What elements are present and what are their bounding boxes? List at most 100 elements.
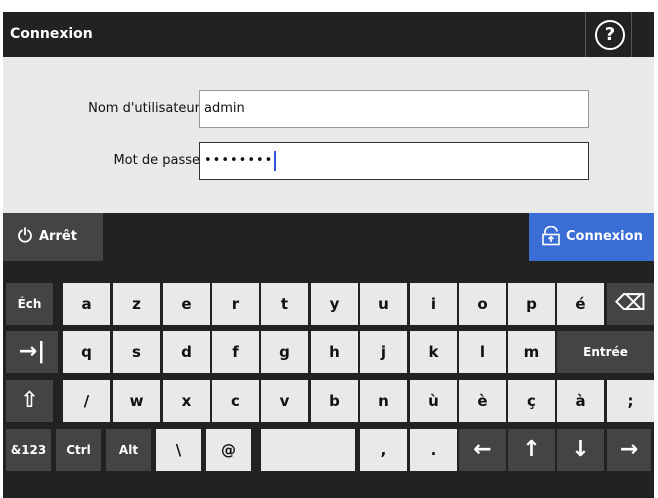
key-k[interactable]: k	[410, 331, 457, 373]
key-down[interactable]: ↓	[557, 429, 604, 471]
arrow-up-icon: ↑	[522, 437, 541, 462]
key-shift[interactable]: ⇧	[6, 380, 53, 422]
key-h[interactable]: h	[311, 331, 358, 373]
key-y[interactable]: y	[311, 283, 358, 325]
key-label: l	[479, 343, 486, 361]
key-tab[interactable]: →|	[6, 331, 58, 373]
action-bar: Arrêt Connexion	[3, 213, 654, 261]
key-label: i	[430, 295, 437, 313]
key-label: à	[575, 392, 586, 410]
username-row: Nom d'utilisateur admin	[3, 90, 654, 128]
key-label: Alt	[118, 443, 139, 457]
login-form: Nom d'utilisateur admin Mot de passe •••…	[3, 57, 654, 213]
key-label: ,	[380, 441, 387, 459]
key-g[interactable]: g	[261, 331, 308, 373]
key-label: p	[526, 295, 537, 313]
key-at[interactable]: @	[206, 429, 251, 471]
key-label: y	[329, 295, 340, 313]
key-c[interactable]: c	[212, 380, 259, 422]
title-bar: Connexion ?	[3, 12, 654, 57]
key-p[interactable]: p	[508, 283, 555, 325]
key-w[interactable]: w	[113, 380, 160, 422]
key-c-cedilla[interactable]: ç	[508, 380, 555, 422]
key-num[interactable]: &123	[6, 429, 51, 471]
key-backspace[interactable]: ⌫	[607, 283, 654, 325]
key-n[interactable]: n	[360, 380, 407, 422]
key-o[interactable]: o	[459, 283, 506, 325]
key-period[interactable]: .	[410, 429, 457, 471]
key-s[interactable]: s	[113, 331, 160, 373]
key-u[interactable]: u	[360, 283, 407, 325]
shift-icon: ⇧	[20, 388, 39, 413]
key-a-grave[interactable]: à	[557, 380, 604, 422]
username-label: Nom d'utilisateur	[88, 101, 200, 116]
arrow-right-icon: →	[619, 437, 639, 462]
key-label: /	[83, 392, 90, 410]
key-e[interactable]: e	[163, 283, 210, 325]
text-caret	[274, 150, 277, 171]
title-divider	[585, 12, 586, 57]
key-d[interactable]: d	[163, 331, 210, 373]
backspace-icon: ⌫	[614, 291, 647, 316]
key-label: z	[132, 295, 141, 313]
key-i[interactable]: i	[410, 283, 457, 325]
password-label: Mot de passe	[113, 153, 200, 168]
key-label: a	[81, 295, 92, 313]
key-label: q	[81, 343, 92, 361]
arrow-left-icon: ←	[473, 437, 492, 462]
key-up[interactable]: ↑	[508, 429, 555, 471]
key-label: .	[430, 441, 437, 459]
key-x[interactable]: x	[163, 380, 210, 422]
key-label: Éch	[17, 297, 42, 311]
key-label: s	[132, 343, 141, 361]
key-label: e	[181, 295, 192, 313]
key-a[interactable]: a	[63, 283, 110, 325]
key-label: Entrée	[583, 345, 628, 359]
key-e-grave[interactable]: è	[459, 380, 506, 422]
key-label: &123	[10, 443, 47, 457]
key-space[interactable]	[261, 429, 355, 471]
tab-icon: →|	[18, 339, 46, 364]
stop-button-label: Arrêt	[39, 229, 77, 244]
key-r[interactable]: r	[212, 283, 259, 325]
username-field[interactable]: admin	[199, 90, 589, 128]
unlock-icon	[542, 226, 560, 246]
key-esc[interactable]: Éch	[6, 283, 53, 325]
key-z[interactable]: z	[113, 283, 160, 325]
key-l[interactable]: l	[459, 331, 506, 373]
key-label: n	[378, 392, 389, 410]
key-ctrl[interactable]: Ctrl	[56, 429, 101, 471]
key-label: w	[129, 392, 144, 410]
password-field[interactable]: ••••••••	[199, 142, 589, 180]
key-semicolon[interactable]: ;	[607, 380, 654, 422]
key-label: Ctrl	[66, 443, 91, 457]
key-label: ;	[627, 392, 634, 410]
key-left[interactable]: ←	[459, 429, 506, 471]
key-label: b	[329, 392, 340, 410]
key-u-grave[interactable]: ù	[410, 380, 457, 422]
key-label: x	[181, 392, 192, 410]
key-label: é	[575, 295, 586, 313]
login-button[interactable]: Connexion	[529, 213, 654, 261]
arrow-down-icon: ↓	[571, 437, 590, 462]
key-label: t	[280, 295, 289, 313]
key-label: \	[175, 441, 182, 459]
key-m[interactable]: m	[508, 331, 555, 373]
key-label: ù	[428, 392, 439, 410]
stop-button[interactable]: Arrêt	[3, 213, 103, 261]
key-e-acute[interactable]: é	[557, 283, 604, 325]
key-b[interactable]: b	[311, 380, 358, 422]
key-comma[interactable]: ,	[360, 429, 407, 471]
key-alt[interactable]: Alt	[106, 429, 151, 471]
help-icon[interactable]: ?	[595, 20, 625, 50]
key-j[interactable]: j	[360, 331, 407, 373]
key-slash[interactable]: /	[63, 380, 110, 422]
key-v[interactable]: v	[261, 380, 308, 422]
key-enter[interactable]: Entrée	[557, 331, 654, 373]
key-backslash[interactable]: \	[156, 429, 201, 471]
key-f[interactable]: f	[212, 331, 259, 373]
key-q[interactable]: q	[63, 331, 110, 373]
key-t[interactable]: t	[261, 283, 308, 325]
key-right[interactable]: →	[607, 429, 651, 471]
dialog-title: Connexion	[10, 26, 93, 42]
